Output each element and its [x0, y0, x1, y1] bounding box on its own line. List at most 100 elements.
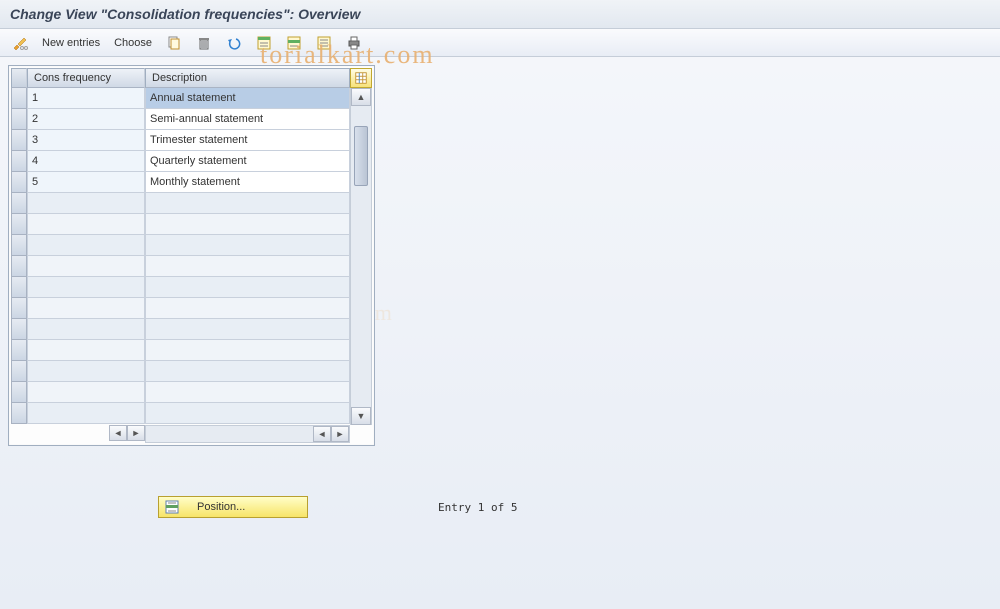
row-selector[interactable] — [11, 172, 27, 193]
trash-icon — [196, 35, 212, 51]
cell-description[interactable] — [145, 256, 350, 277]
row-selector[interactable] — [11, 151, 27, 172]
row-selector[interactable] — [11, 298, 27, 319]
table-row[interactable]: 5Monthly statement — [11, 172, 350, 193]
cell-cons-frequency[interactable]: 3 — [27, 130, 145, 151]
app-toolbar: New entries Choose — [0, 29, 1000, 57]
th-description[interactable]: Description — [145, 68, 350, 88]
cell-description[interactable] — [145, 235, 350, 256]
position-icon — [165, 500, 179, 514]
cell-cons-frequency[interactable] — [27, 214, 145, 235]
cell-description[interactable] — [145, 277, 350, 298]
cell-description[interactable] — [145, 319, 350, 340]
cell-description[interactable]: Monthly statement — [145, 172, 350, 193]
cell-description[interactable] — [145, 340, 350, 361]
table-row-empty[interactable] — [11, 361, 350, 382]
table-row-empty[interactable] — [11, 214, 350, 235]
data-table: Cons frequency Description 1Annual state… — [11, 68, 350, 443]
print-icon — [346, 35, 362, 51]
th-cons-frequency[interactable]: Cons frequency — [27, 68, 145, 88]
table-row-empty[interactable] — [11, 235, 350, 256]
select-block-button[interactable] — [282, 33, 306, 53]
row-selector[interactable] — [11, 130, 27, 151]
table-row[interactable]: 3Trimester statement — [11, 130, 350, 151]
cell-cons-frequency[interactable] — [27, 298, 145, 319]
print-button[interactable] — [342, 33, 366, 53]
select-all-icon — [256, 35, 272, 51]
cell-cons-frequency[interactable] — [27, 403, 145, 424]
vscroll-track[interactable] — [351, 106, 371, 407]
table-row-empty[interactable] — [11, 319, 350, 340]
row-selector[interactable] — [11, 382, 27, 403]
copy-icon — [166, 35, 182, 51]
vscroll-up-icon[interactable]: ▲ — [351, 88, 371, 106]
cell-description[interactable]: Semi-annual statement — [145, 109, 350, 130]
cell-cons-frequency[interactable] — [27, 319, 145, 340]
vertical-scrollbar[interactable]: ▲ ▼ — [350, 88, 372, 425]
hscroll-left-icon[interactable]: ◄ — [109, 425, 127, 441]
content-area: Cons frequency Description 1Annual state… — [0, 57, 1000, 526]
hscroll-right2-icon[interactable]: ► — [331, 426, 349, 442]
row-selector[interactable] — [11, 340, 27, 361]
row-selector[interactable] — [11, 214, 27, 235]
delete-button[interactable] — [192, 33, 216, 53]
pencil-glasses-icon — [12, 35, 28, 51]
table-settings-button[interactable] — [350, 68, 372, 88]
row-selector[interactable] — [11, 193, 27, 214]
cell-description[interactable] — [145, 382, 350, 403]
cell-description[interactable] — [145, 403, 350, 424]
table-row-empty[interactable] — [11, 382, 350, 403]
cell-cons-frequency[interactable]: 5 — [27, 172, 145, 193]
cell-cons-frequency[interactable] — [27, 340, 145, 361]
cell-description[interactable] — [145, 214, 350, 235]
horizontal-scrollbar[interactable]: ◄ ► ◄ ► — [11, 425, 350, 443]
cell-description[interactable]: Trimester statement — [145, 130, 350, 151]
row-selector[interactable] — [11, 235, 27, 256]
cell-cons-frequency[interactable]: 1 — [27, 88, 145, 109]
choose-label: Choose — [114, 37, 152, 49]
select-all-button[interactable] — [252, 33, 276, 53]
vscroll-down-icon[interactable]: ▼ — [351, 407, 371, 425]
new-entries-button[interactable]: New entries — [38, 35, 104, 51]
row-selector[interactable] — [11, 403, 27, 424]
table-row-empty[interactable] — [11, 193, 350, 214]
cell-cons-frequency[interactable]: 2 — [27, 109, 145, 130]
row-selector[interactable] — [11, 256, 27, 277]
table-row-empty[interactable] — [11, 403, 350, 424]
table-row[interactable]: 4Quarterly statement — [11, 151, 350, 172]
undo-button[interactable] — [222, 33, 246, 53]
copy-button[interactable] — [162, 33, 186, 53]
cell-cons-frequency[interactable] — [27, 193, 145, 214]
th-selector[interactable] — [11, 68, 27, 88]
table-row[interactable]: 1Annual statement — [11, 88, 350, 109]
hscroll-left2-icon[interactable]: ◄ — [313, 426, 331, 442]
row-selector[interactable] — [11, 319, 27, 340]
cell-description[interactable] — [145, 361, 350, 382]
table-row[interactable]: 2Semi-annual statement — [11, 109, 350, 130]
cell-cons-frequency[interactable] — [27, 277, 145, 298]
table-row-empty[interactable] — [11, 277, 350, 298]
cell-description[interactable] — [145, 298, 350, 319]
toggle-change-button[interactable] — [8, 33, 32, 53]
choose-button[interactable]: Choose — [110, 35, 156, 51]
table-row-empty[interactable] — [11, 340, 350, 361]
hscroll-track[interactable]: ◄ ► — [145, 425, 350, 443]
cell-description[interactable] — [145, 193, 350, 214]
deselect-all-button[interactable] — [312, 33, 336, 53]
cell-description[interactable]: Annual statement — [145, 88, 350, 109]
cell-cons-frequency[interactable]: 4 — [27, 151, 145, 172]
cell-cons-frequency[interactable] — [27, 382, 145, 403]
cell-cons-frequency[interactable] — [27, 361, 145, 382]
table-row-empty[interactable] — [11, 256, 350, 277]
row-selector[interactable] — [11, 361, 27, 382]
table-row-empty[interactable] — [11, 298, 350, 319]
position-button[interactable]: Position... — [158, 496, 308, 518]
cell-cons-frequency[interactable] — [27, 235, 145, 256]
cell-cons-frequency[interactable] — [27, 256, 145, 277]
row-selector[interactable] — [11, 109, 27, 130]
row-selector[interactable] — [11, 277, 27, 298]
row-selector[interactable] — [11, 88, 27, 109]
hscroll-right-icon[interactable]: ► — [127, 425, 145, 441]
vscroll-thumb[interactable] — [354, 126, 368, 186]
cell-description[interactable]: Quarterly statement — [145, 151, 350, 172]
